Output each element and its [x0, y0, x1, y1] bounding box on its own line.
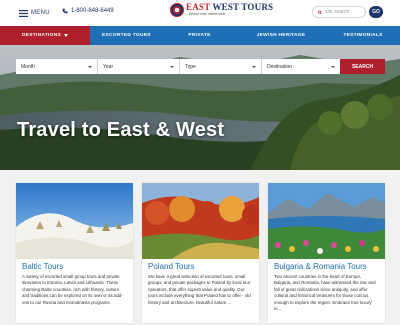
type-select[interactable]: Type	[180, 59, 262, 74]
card-image	[142, 183, 259, 259]
card-title: Baltic Tours	[22, 262, 64, 271]
bulgaria-lake-image	[268, 183, 385, 259]
card-baltic-tours[interactable]: Baltic Tours A variety of escorted small…	[16, 183, 133, 323]
logo-emblem-icon	[170, 3, 184, 17]
menu-button[interactable]: MENU	[19, 8, 50, 18]
nav-testimonials[interactable]: Testimonials	[326, 26, 400, 45]
main-nav: Destinations Escorted Tours Private Jewi…	[0, 26, 400, 45]
hero-title: Travel to East & West	[17, 119, 225, 141]
menu-label: MENU	[31, 10, 50, 16]
nav-escorted-tours[interactable]: Escorted Tours	[90, 26, 163, 45]
go-button[interactable]: GO	[369, 6, 383, 18]
nav-destinations[interactable]: Destinations	[0, 26, 90, 45]
chevron-down-icon	[170, 65, 174, 68]
baltic-dunes-image	[16, 183, 133, 259]
card-image	[268, 183, 385, 259]
hero-banner: Month Year Type Destination SEARCH Trave…	[0, 45, 400, 170]
card-title: Poland Tours	[148, 262, 195, 271]
poland-autumn-forest-image	[142, 183, 259, 259]
hamburger-icon	[19, 9, 28, 17]
card-description: A variety of escorted small group tours …	[22, 274, 123, 305]
month-select[interactable]: Month	[16, 59, 98, 74]
logo-tagline: ...Where east meets west	[186, 12, 226, 17]
search-icon	[16, 59, 21, 64]
nav-jewish-heritage[interactable]: Jewish Heritage	[236, 26, 326, 45]
chevron-down-icon	[331, 65, 335, 68]
destination-select[interactable]: Destination	[262, 59, 340, 74]
card-bulgaria-romania-tours[interactable]: Bulgaria & Romania Tours Two ancient cou…	[268, 183, 385, 323]
tour-cards-section: Baltic Tours A variety of escorted small…	[0, 170, 400, 325]
chevron-down-icon	[252, 65, 256, 68]
site-header: MENU 1-800-848-6449 EAST WEST TOURS ...W…	[0, 0, 400, 26]
card-title: Bulgaria & Romania Tours	[274, 262, 367, 271]
site-search-box	[312, 6, 366, 18]
card-poland-tours[interactable]: Poland Tours We have a great selection o…	[142, 183, 259, 323]
tour-filter-bar: Month Year Type Destination SEARCH	[16, 59, 385, 74]
logo-title: EAST WEST TOURS	[186, 2, 274, 13]
phone-icon	[62, 8, 68, 14]
site-logo[interactable]: EAST WEST TOURS ...Where east meets west	[170, 3, 273, 17]
search-icon	[318, 10, 322, 14]
site-search-input[interactable]	[325, 9, 365, 15]
chevron-down-icon	[88, 65, 92, 68]
phone-number: 1-800-848-6449	[71, 8, 114, 14]
card-description: Two ancient countries in the heart of Eu…	[274, 274, 376, 312]
card-image	[16, 183, 133, 259]
year-select[interactable]: Year	[98, 59, 180, 74]
card-description: We have a great selection of escorted to…	[148, 274, 251, 305]
phone-link[interactable]: 1-800-848-6449	[62, 8, 114, 14]
hero-search-button[interactable]: SEARCH	[16, 59, 385, 74]
nav-private[interactable]: Private	[163, 26, 236, 45]
chevron-down-icon	[63, 34, 68, 37]
